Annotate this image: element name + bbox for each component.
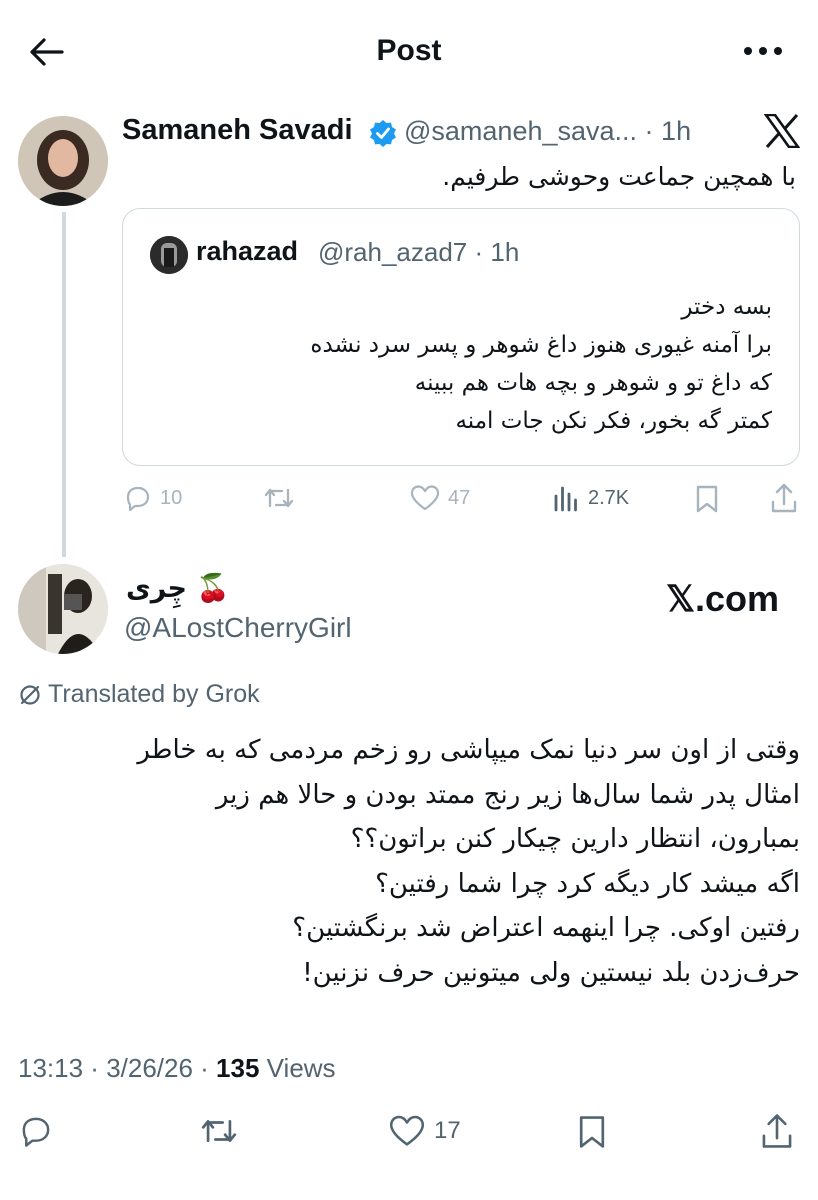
quoted-text-line: بسه دختر bbox=[681, 294, 772, 320]
views-count: 135 bbox=[216, 1053, 260, 1083]
more-horizontal-icon bbox=[744, 47, 782, 55]
repost-button[interactable] bbox=[262, 484, 296, 512]
post-text: با همچین جماعت وحوشی طرفیم. bbox=[442, 162, 796, 191]
avatar[interactable] bbox=[18, 116, 108, 206]
verified-badge-icon bbox=[369, 119, 397, 147]
like-count: 17 bbox=[434, 1117, 461, 1144]
post-text-line: امثال پدر شما سال‌ها زیر رنج ممتد بودن و… bbox=[215, 779, 800, 810]
page-title: Post bbox=[376, 34, 442, 67]
reply-button[interactable] bbox=[18, 1114, 54, 1148]
meta-separator: · bbox=[192, 1053, 217, 1083]
share-icon bbox=[762, 1114, 792, 1148]
quoted-author-name: rahazad bbox=[196, 236, 299, 266]
repost-icon bbox=[201, 1119, 237, 1143]
post-text-line: وقتی از اون سر دنیا نمک میپاشی رو زخم مر… bbox=[137, 735, 800, 765]
translation-indicator[interactable]: Translated by Grok bbox=[18, 680, 260, 709]
heart-icon bbox=[389, 1115, 425, 1146]
views-count: 2.7K bbox=[588, 486, 630, 509]
more-options-button[interactable] bbox=[738, 36, 788, 66]
views-button[interactable]: 2.7K bbox=[552, 484, 629, 512]
translated-label: Translated by Grok bbox=[48, 680, 260, 708]
bookmark-button[interactable] bbox=[576, 1114, 608, 1150]
quoted-author-handle: @rah_azad7 bbox=[318, 237, 468, 267]
avatar[interactable] bbox=[18, 564, 108, 654]
repost-button[interactable] bbox=[198, 1114, 240, 1148]
post-text-line: رفتین اوکی. چرا اینهمه اعتراض شد برنگشتی… bbox=[292, 913, 800, 943]
bookmark-icon bbox=[696, 485, 718, 513]
views-label: Views bbox=[266, 1053, 336, 1083]
post-text-line: بمبارون، انتظار دارین چیکار کنن براتون؟؟ bbox=[350, 824, 800, 854]
post-timestamp: 13:13 · 3/26/26 · 135 Views bbox=[18, 1053, 336, 1084]
post-date: 3/26/26 bbox=[106, 1053, 193, 1083]
quoted-post-text: بسه دختر برا آمنه غیوری هنوز داغ شوهر و … bbox=[132, 288, 772, 440]
like-button[interactable]: 17 bbox=[388, 1114, 461, 1148]
post-text: وقتی از اون سر دنیا نمک میپاشی رو زخم مر… bbox=[10, 728, 800, 995]
heart-icon bbox=[410, 485, 440, 511]
author-handle[interactable]: @samaneh_sava... bbox=[404, 116, 637, 146]
x-logo-icon bbox=[763, 113, 801, 149]
avatar bbox=[150, 236, 188, 274]
post-text-line: حرف‌زدن بلد نیستین ولی میتونین حرف نزنین… bbox=[302, 957, 800, 988]
share-button[interactable] bbox=[770, 482, 798, 514]
bar-chart-icon bbox=[554, 486, 577, 512]
share-button[interactable] bbox=[760, 1112, 794, 1150]
author-handle[interactable]: @ALostCherryGirl bbox=[124, 612, 352, 644]
quoted-text-line: برا آمنه غیوری هنوز داغ شوهر و پسر سرد ن… bbox=[310, 332, 772, 358]
reply-icon bbox=[22, 1117, 50, 1147]
quoted-text-line: که داغ تو و شوهر و بچه هات هم ببینه bbox=[414, 370, 772, 396]
xcom-watermark: 𝕏.com bbox=[666, 578, 780, 619]
reply-icon bbox=[126, 486, 150, 512]
reply-count: 10 bbox=[160, 486, 183, 509]
quoted-author-meta: @rah_azad7 · 1h bbox=[318, 237, 519, 268]
post-time: 13:13 bbox=[18, 1053, 84, 1083]
author-name[interactable]: چِری 🍒 bbox=[126, 572, 230, 604]
like-count: 47 bbox=[448, 486, 471, 509]
author-meta: @samaneh_sava... · 1h bbox=[404, 116, 691, 147]
reply-button[interactable]: 10 bbox=[124, 484, 182, 512]
author-name[interactable]: Samaneh Savadi bbox=[122, 114, 353, 147]
bookmark-icon bbox=[579, 1116, 605, 1148]
translate-slash-icon bbox=[20, 684, 40, 705]
like-button[interactable]: 47 bbox=[410, 484, 470, 512]
share-icon bbox=[771, 483, 797, 513]
meta-separator: · bbox=[637, 116, 662, 146]
meta-separator: · bbox=[467, 237, 491, 267]
bookmark-button[interactable] bbox=[694, 484, 720, 514]
post-text-line: اگه میشد کار دیگه کرد چرا شما رفتین؟ bbox=[375, 868, 800, 899]
meta-separator: · bbox=[83, 1053, 107, 1083]
quoted-text-line: کمتر گه بخور، فکر نکن جات امنه bbox=[455, 408, 772, 434]
repost-icon bbox=[264, 488, 294, 508]
post-time[interactable]: 1h bbox=[661, 116, 691, 146]
thread-connector-line bbox=[62, 212, 66, 557]
quoted-post-time: 1h bbox=[490, 237, 520, 267]
